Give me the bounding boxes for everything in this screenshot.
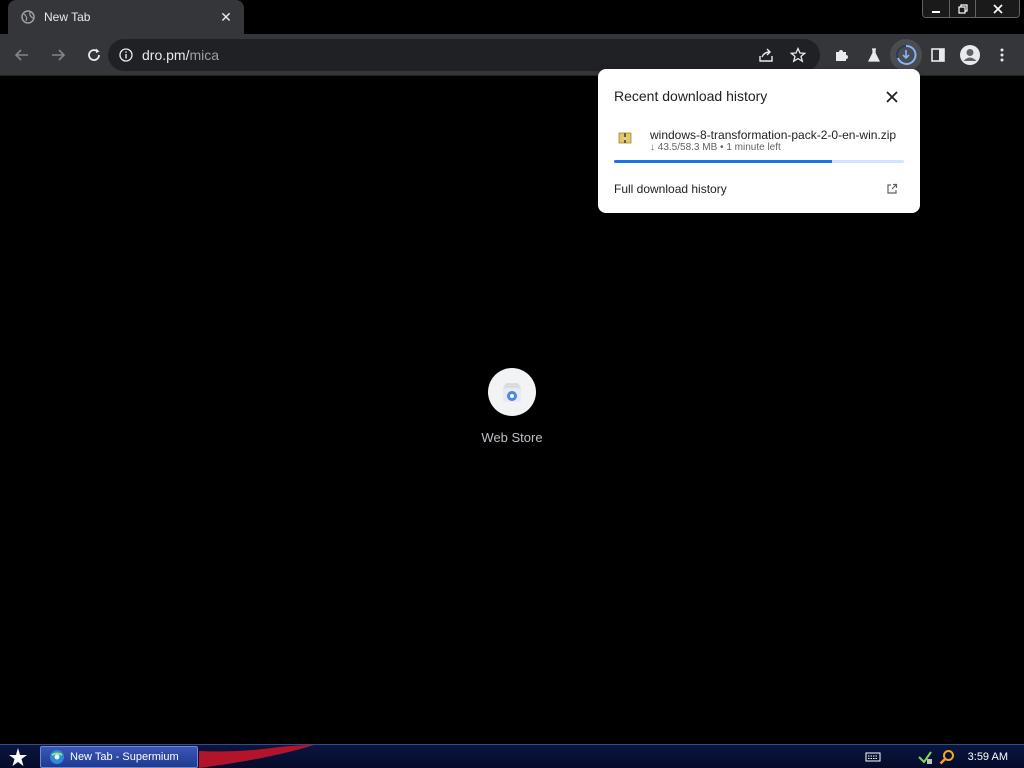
- taskbar-item-label: New Tab - Supermium: [70, 751, 179, 763]
- system-tray: 3:59 AM: [860, 745, 1024, 768]
- shortcut-web-store[interactable]: Web Store: [472, 368, 552, 445]
- network-icon[interactable]: [916, 748, 934, 766]
- download-progress-bar: [614, 160, 904, 163]
- tab-new-tab[interactable]: New Tab ✕: [8, 0, 244, 34]
- download-item[interactable]: windows-8-transformation-pack-2-0-en-win…: [614, 125, 904, 165]
- web-store-icon: [488, 368, 536, 416]
- shortcut-label: Web Store: [481, 430, 543, 445]
- taskbar: New Tab - Supermium 3:59 AM: [0, 744, 1024, 768]
- url-host: dro.pm/: [142, 47, 190, 63]
- download-file-name: windows-8-transformation-pack-2-0-en-win…: [650, 128, 897, 142]
- download-bubble-title: Recent download history: [614, 88, 768, 104]
- kebab-menu-icon[interactable]: [986, 39, 1018, 71]
- minimize-icon[interactable]: [923, 0, 949, 17]
- flask-icon[interactable]: [858, 39, 890, 71]
- open-external-icon[interactable]: [886, 182, 898, 194]
- download-status: ↓ 43.5/58.3 MB • 1 minute left: [650, 142, 781, 153]
- keyboard-icon[interactable]: [864, 748, 882, 766]
- toolbar-right: [826, 39, 1018, 71]
- search-icon[interactable]: [938, 748, 956, 766]
- download-bubble: Recent download history windows-8-transf…: [598, 69, 920, 213]
- taskbar-item-supermium[interactable]: New Tab - Supermium: [40, 746, 198, 768]
- start-star-icon[interactable]: [4, 746, 32, 768]
- window-controls: [922, 0, 1020, 18]
- address-bar[interactable]: dro.pm/mica: [108, 39, 820, 71]
- close-icon[interactable]: [975, 0, 1019, 17]
- url-text[interactable]: dro.pm/mica: [142, 47, 219, 63]
- reload-icon[interactable]: [78, 39, 110, 71]
- arrow-left-icon[interactable]: [6, 39, 38, 71]
- browser-app-icon: [49, 749, 65, 765]
- url-path: mica: [189, 47, 220, 63]
- taskbar-clock: 3:59 AM: [967, 750, 1008, 763]
- profile-icon[interactable]: [954, 39, 986, 71]
- tab-strip: New Tab ✕: [0, 0, 1024, 34]
- zip-file-icon: [618, 131, 632, 145]
- info-icon[interactable]: [118, 47, 134, 63]
- full-download-history-link[interactable]: Full download history: [614, 182, 727, 196]
- tab-title: New Tab: [44, 10, 91, 24]
- close-tab-icon[interactable]: ✕: [218, 9, 234, 25]
- star-icon[interactable]: [782, 39, 814, 71]
- download-progress-fill: [614, 160, 832, 163]
- share-icon[interactable]: [750, 39, 782, 71]
- arrow-right-icon[interactable]: [42, 39, 74, 71]
- globe-icon: [20, 9, 36, 25]
- puzzle-icon[interactable]: [826, 39, 858, 71]
- restore-icon[interactable]: [949, 0, 975, 17]
- side-panel-icon[interactable]: [922, 39, 954, 71]
- download-icon[interactable]: [890, 39, 922, 71]
- omnibox-actions: [750, 39, 814, 71]
- taskbar-decoration: [199, 745, 319, 768]
- close-icon[interactable]: [884, 89, 900, 105]
